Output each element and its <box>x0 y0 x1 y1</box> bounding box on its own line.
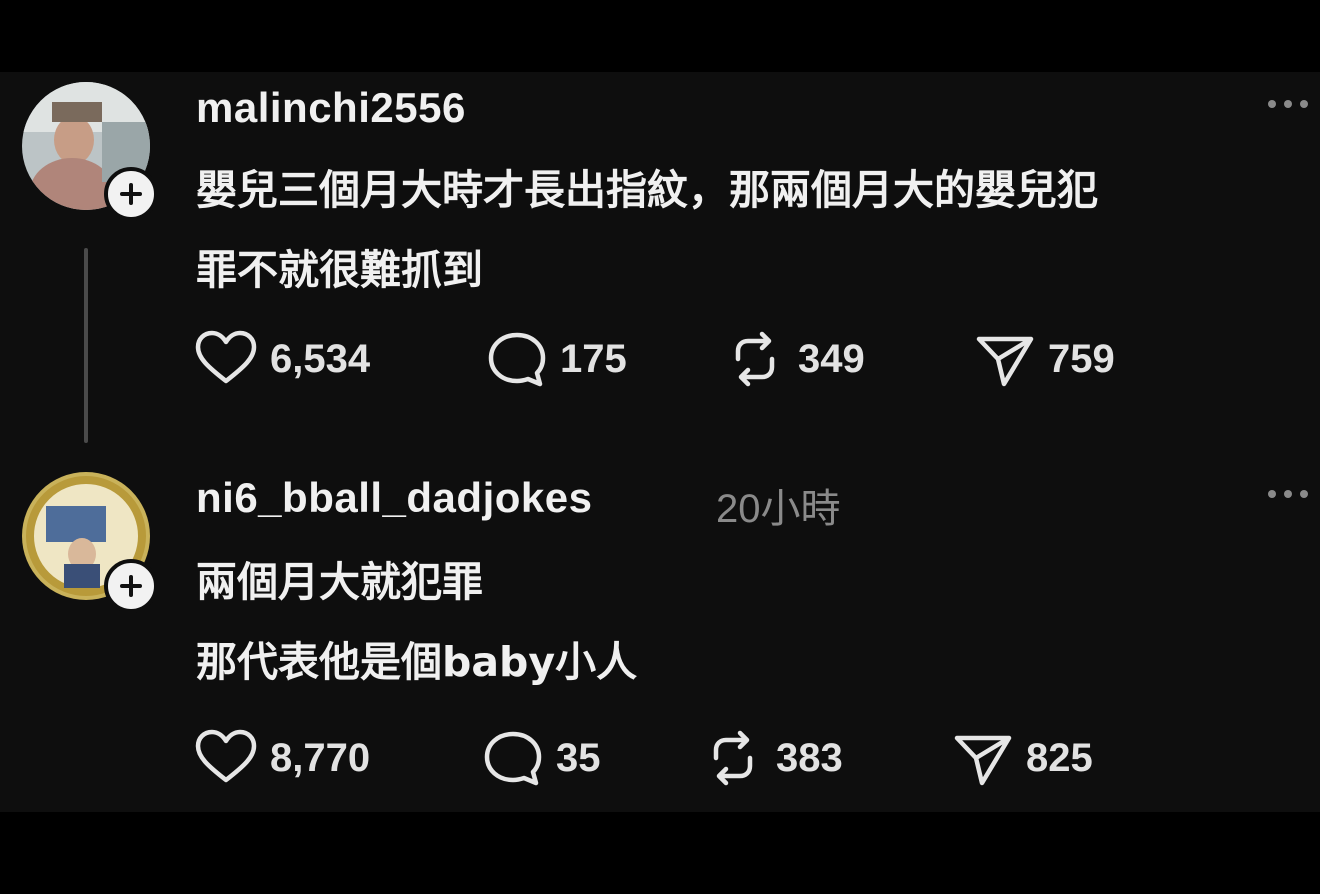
post-body-line: 嬰兒三個月大時才長出指紋，那兩個月大的嬰兒犯 <box>196 166 1098 214</box>
like-button[interactable]: 6,534 <box>194 329 370 389</box>
follow-plus-icon[interactable] <box>104 559 158 613</box>
heart-icon <box>195 729 257 783</box>
share-count: 825 <box>1026 735 1093 780</box>
repost-count: 349 <box>798 336 865 381</box>
share-count: 759 <box>1048 336 1115 381</box>
comment-icon <box>484 731 542 786</box>
reply-count: 175 <box>560 336 627 381</box>
post-body-line: 罪不就很難抓到 <box>196 246 483 294</box>
more-icon[interactable] <box>1268 490 1312 502</box>
post: ni6_bball_dadjokes 20小時 兩個月大就犯罪 那代表他是個ba… <box>0 462 1320 812</box>
reply-button[interactable]: 35 <box>482 728 601 788</box>
post-username[interactable]: malinchi2556 <box>196 84 466 132</box>
like-count: 6,534 <box>270 336 371 381</box>
repost-button[interactable]: 349 <box>724 329 865 389</box>
post-username[interactable]: ni6_bball_dadjokes <box>196 474 592 522</box>
like-count: 8,770 <box>270 735 371 780</box>
post-body-line: 兩個月大就犯罪 <box>196 558 483 606</box>
post-body: 兩個月大就犯罪 那代表他是個baby小人 <box>196 542 637 702</box>
post-actions: 6,534 175 349 759 <box>194 329 1194 389</box>
post-actions: 8,770 35 383 825 <box>194 728 1194 788</box>
screen: malinchi2556 嬰兒三個月大時才長出指紋，那兩個月大的嬰兒犯 罪不就很… <box>0 0 1320 894</box>
thread-connector <box>84 248 88 443</box>
repost-icon <box>735 331 775 387</box>
avatar[interactable] <box>22 82 158 221</box>
share-button[interactable]: 759 <box>974 329 1115 389</box>
share-button[interactable]: 825 <box>952 728 1093 788</box>
post: malinchi2556 嬰兒三個月大時才長出指紋，那兩個月大的嬰兒犯 罪不就很… <box>0 72 1320 472</box>
send-icon <box>954 735 1012 786</box>
more-icon[interactable] <box>1268 100 1312 112</box>
like-button[interactable]: 8,770 <box>194 728 370 788</box>
heart-icon <box>195 330 257 384</box>
thread-panel: malinchi2556 嬰兒三個月大時才長出指紋，那兩個月大的嬰兒犯 罪不就很… <box>0 72 1320 812</box>
repost-count: 383 <box>776 735 843 780</box>
post-body: 嬰兒三個月大時才長出指紋，那兩個月大的嬰兒犯 罪不就很難抓到 <box>196 150 1098 310</box>
repost-button[interactable]: 383 <box>702 728 843 788</box>
avatar[interactable] <box>22 472 158 613</box>
follow-plus-icon[interactable] <box>104 167 158 221</box>
comment-icon <box>488 332 546 387</box>
reply-count: 35 <box>556 735 601 780</box>
post-timestamp: 20小時 <box>716 487 841 531</box>
repost-icon <box>713 730 753 786</box>
send-icon <box>976 336 1034 387</box>
reply-button[interactable]: 175 <box>486 329 627 389</box>
post-body-line: 那代表他是個baby小人 <box>196 638 638 686</box>
